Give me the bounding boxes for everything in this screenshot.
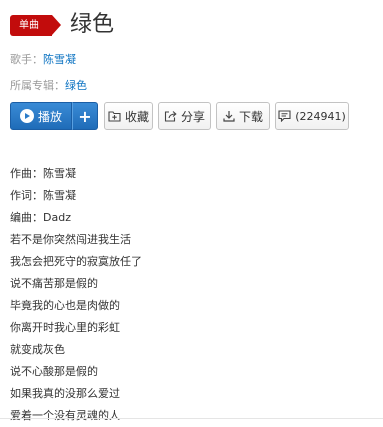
bottom-divider [0, 418, 383, 419]
lyric-line: 我怎会把死守的寂寞放任了 [10, 255, 142, 268]
song-title: 绿色 [70, 12, 115, 37]
favorite-folder-icon [108, 110, 121, 122]
album-link[interactable]: 绿色 [65, 79, 87, 92]
download-button[interactable]: 下载 [216, 102, 270, 130]
favorite-label: 收藏 [124, 109, 149, 124]
lyric-line: 编曲：Dadz [10, 211, 71, 224]
comment-button[interactable]: (224941) [275, 102, 349, 130]
lyrics-block: 作曲：陈雪凝 作词：陈雪凝 编曲：Dadz 若不是你突然闯进我生活 我怎会把死守… [10, 163, 142, 427]
download-label: 下载 [238, 109, 263, 124]
share-button[interactable]: 分享 [158, 102, 211, 130]
song-header: 单曲 绿色 [10, 10, 114, 40]
lyric-line: 作词：陈雪凝 [10, 189, 76, 202]
comment-icon [278, 110, 291, 122]
play-button[interactable]: 播放 [10, 102, 72, 130]
singer-label: 歌手： [10, 53, 43, 66]
singer-row: 歌手：陈雪凝 [10, 52, 76, 68]
lyric-line: 你离开时我心里的彩虹 [10, 321, 120, 334]
play-label: 播放 [37, 109, 62, 124]
lyric-line: 爱着一个没有灵魂的人 [10, 409, 120, 422]
album-row: 所属专辑：绿色 [10, 78, 87, 94]
play-group: 播放 + [10, 102, 98, 130]
song-type-badge: 单曲 [10, 14, 61, 36]
lyric-line: 说不心酸那是假的 [10, 365, 98, 378]
favorite-button[interactable]: 收藏 [104, 102, 153, 130]
lyric-line: 作曲：陈雪凝 [10, 167, 76, 180]
share-icon [164, 110, 177, 122]
lyric-line: 如果我真的没那么爱过 [10, 387, 120, 400]
lyric-line: 若不是你突然闯进我生活 [10, 233, 131, 246]
singer-link[interactable]: 陈雪凝 [43, 53, 76, 66]
download-icon [223, 110, 235, 122]
album-label: 所属专辑： [10, 79, 65, 92]
action-toolbar: 播放 + 收藏 分享 下载 (224941) [10, 101, 349, 131]
share-label: 分享 [180, 109, 205, 124]
add-to-playlist-button[interactable]: + [72, 102, 98, 130]
comment-count: (224941) [295, 109, 346, 123]
lyric-line: 就变成灰色 [10, 343, 65, 356]
play-icon [19, 109, 34, 123]
lyric-line: 说不痛苦那是假的 [10, 277, 98, 290]
lyric-line: 毕竟我的心也是肉做的 [10, 299, 120, 312]
